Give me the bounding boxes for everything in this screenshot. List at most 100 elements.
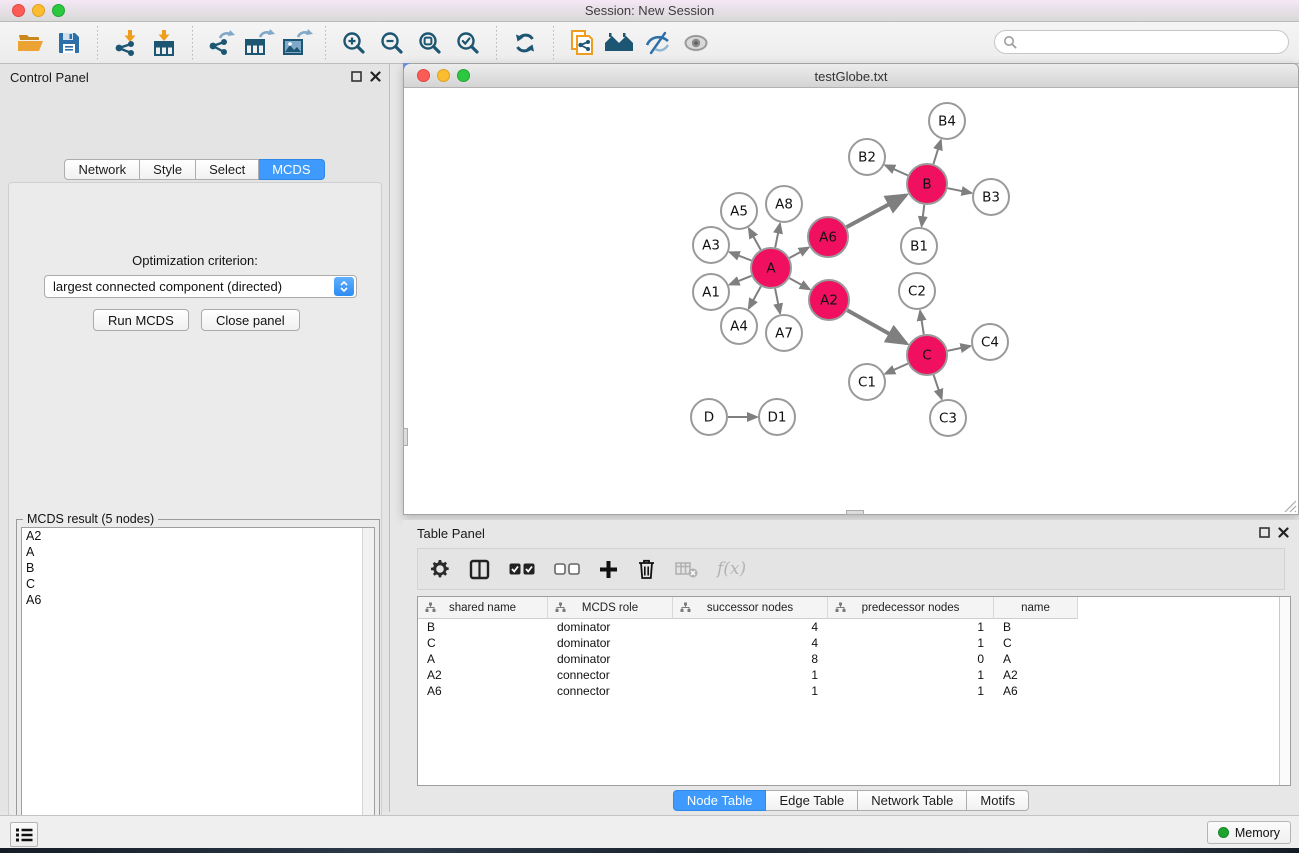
table-scrollbar[interactable] (1279, 597, 1290, 785)
search-box[interactable] (994, 30, 1289, 54)
graph-edge-B-B2[interactable] (885, 165, 908, 175)
graph-edge-A-A1[interactable] (730, 276, 752, 285)
import-network-icon[interactable] (107, 25, 145, 61)
zoom-in-icon[interactable] (335, 25, 373, 61)
hide-selected-icon[interactable] (639, 25, 677, 61)
table-cell[interactable]: A2 (994, 667, 1078, 683)
graph-node-B1[interactable]: B1 (901, 228, 937, 264)
graph-edge-B-B4[interactable] (933, 140, 941, 164)
graph-node-D1[interactable]: D1 (759, 399, 795, 435)
graph-edge-B-B1[interactable] (922, 205, 925, 226)
mcds-result-item[interactable]: A (22, 544, 374, 560)
graph-node-A2[interactable]: A2 (809, 280, 849, 320)
export-table-icon[interactable] (240, 25, 278, 61)
graph-edge-A-A5[interactable] (749, 228, 761, 249)
graph-edge-A-A6[interactable] (789, 248, 808, 259)
column-header-shared-name[interactable]: shared name (418, 597, 548, 619)
table-cell[interactable]: A (994, 651, 1078, 667)
graph-node-A6[interactable]: A6 (808, 217, 848, 257)
mcds-result-item[interactable]: A6 (22, 592, 374, 608)
table-cell[interactable]: 1 (673, 667, 828, 683)
graph-node-C2[interactable]: C2 (899, 273, 935, 309)
column-header-mcds-role[interactable]: MCDS role (548, 597, 673, 619)
table-cell[interactable]: dominator (548, 619, 673, 635)
table-cell[interactable]: C (418, 635, 548, 651)
table-cell[interactable]: dominator (548, 635, 673, 651)
table-cell[interactable]: 1 (828, 667, 994, 683)
graph-edge-C-C4[interactable] (948, 346, 971, 351)
graph-node-A1[interactable]: A1 (693, 274, 729, 310)
graph-node-A[interactable]: A (751, 248, 791, 288)
criterion-dropdown[interactable]: largest connected component (directed) (44, 275, 357, 298)
graph-edge-C-C1[interactable] (885, 364, 908, 374)
graph-node-C3[interactable]: C3 (930, 400, 966, 436)
window-left-handle[interactable] (403, 428, 408, 446)
save-session-icon[interactable] (50, 25, 88, 61)
column-header-successor-nodes[interactable]: successor nodes (673, 597, 828, 619)
table-cell[interactable]: A6 (418, 683, 548, 699)
float-table-panel-icon[interactable] (1259, 527, 1270, 538)
graph-node-A3[interactable]: A3 (693, 227, 729, 263)
mcds-result-item[interactable]: B (22, 560, 374, 576)
table-cell[interactable]: 1 (673, 683, 828, 699)
export-network-icon[interactable] (202, 25, 240, 61)
close-table-panel-icon[interactable] (1278, 527, 1289, 538)
column-header-predecessor-nodes[interactable]: predecessor nodes (828, 597, 994, 619)
network-canvas[interactable]: AA6A2BCA5A8A3A1A4A7B2B4B3B1C2C4C1C3DD1 (404, 88, 1298, 514)
table-cell[interactable]: 1 (828, 619, 994, 635)
graph-edge-A6-B[interactable] (847, 195, 906, 227)
table-cell[interactable]: A (418, 651, 548, 667)
table-row[interactable]: A6connector11A6 (418, 683, 1278, 699)
function-builder-icon[interactable]: f(x) (717, 559, 746, 579)
graph-node-B3[interactable]: B3 (973, 179, 1009, 215)
table-row[interactable]: Adominator80A (418, 651, 1278, 667)
graph-edge-A-A7[interactable] (775, 289, 780, 314)
import-table-icon[interactable] (145, 25, 183, 61)
tab-motifs[interactable]: Motifs (967, 790, 1029, 811)
table-cell[interactable]: A6 (994, 683, 1078, 699)
table-cell[interactable]: connector (548, 683, 673, 699)
graph-edge-A2-C[interactable] (847, 310, 906, 343)
table-cell[interactable]: 4 (673, 619, 828, 635)
window-bottom-handle[interactable] (846, 510, 864, 515)
refresh-icon[interactable] (506, 25, 544, 61)
search-input[interactable] (1023, 35, 1280, 49)
delete-table-icon[interactable] (675, 561, 698, 578)
result-scrollbar[interactable] (362, 528, 374, 853)
zoom-out-icon[interactable] (373, 25, 411, 61)
tab-network-table[interactable]: Network Table (858, 790, 967, 811)
table-cell[interactable]: 0 (828, 651, 994, 667)
table-row[interactable]: A2connector11A2 (418, 667, 1278, 683)
table-cell[interactable]: 4 (673, 635, 828, 651)
table-cell[interactable]: A2 (418, 667, 548, 683)
table-cell[interactable]: B (418, 619, 548, 635)
table-cell[interactable]: 8 (673, 651, 828, 667)
first-neighbors-icon[interactable] (601, 25, 639, 61)
graph-node-A7[interactable]: A7 (766, 315, 802, 351)
graph-node-D[interactable]: D (691, 399, 727, 435)
tab-style[interactable]: Style (140, 159, 196, 180)
table-cell[interactable]: 1 (828, 683, 994, 699)
memory-button[interactable]: Memory (1207, 821, 1291, 844)
graph-node-C[interactable]: C (907, 335, 947, 375)
add-column-icon[interactable] (599, 560, 618, 579)
zoom-fit-icon[interactable] (411, 25, 449, 61)
tab-edge-table[interactable]: Edge Table (766, 790, 858, 811)
graph-node-B4[interactable]: B4 (929, 103, 965, 139)
tab-node-table[interactable]: Node Table (673, 790, 767, 811)
show-columns-icon[interactable] (469, 559, 490, 580)
graph-edge-C-C2[interactable] (920, 311, 924, 335)
table-cell[interactable]: B (994, 619, 1078, 635)
run-mcds-button[interactable]: Run MCDS (93, 309, 189, 331)
column-header-name[interactable]: name (994, 597, 1078, 619)
mcds-result-item[interactable]: A2 (22, 528, 374, 544)
table-cell[interactable]: 1 (828, 635, 994, 651)
graph-node-A5[interactable]: A5 (721, 193, 757, 229)
export-image-icon[interactable] (278, 25, 316, 61)
table-cell[interactable]: C (994, 635, 1078, 651)
graph-node-B2[interactable]: B2 (849, 139, 885, 175)
tab-select[interactable]: Select (196, 159, 259, 180)
show-all-icon[interactable] (677, 25, 715, 61)
tab-network[interactable]: Network (64, 159, 140, 180)
graph-node-C1[interactable]: C1 (849, 364, 885, 400)
